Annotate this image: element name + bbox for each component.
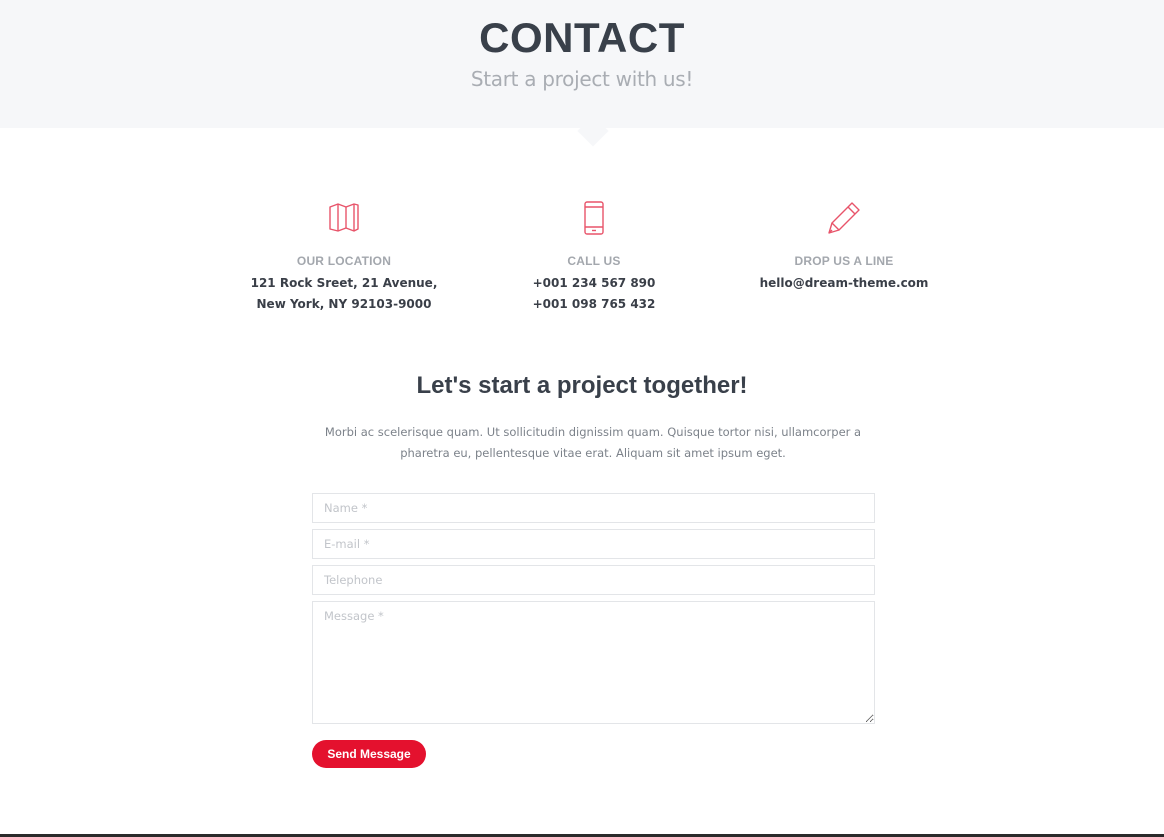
name-input[interactable] [312, 493, 875, 523]
map-icon [329, 203, 359, 232]
form-heading: Let's start a project together! [416, 372, 748, 399]
info-label: CALL US [567, 254, 621, 268]
info-location: OUR LOCATION 121 Rock Sreet, 21 Avenue, … [224, 200, 464, 315]
email-address: hello@dream-theme.com [759, 276, 929, 290]
phone-icon [584, 201, 604, 235]
message-textarea[interactable] [312, 601, 875, 724]
info-label: OUR LOCATION [296, 254, 392, 268]
send-message-button[interactable]: Send Message [312, 740, 426, 768]
pencil-icon [828, 202, 860, 234]
address-line: 121 Rock Sreet, 21 Avenue, [250, 276, 438, 290]
info-email: DROP US A LINE hello@dream-theme.com [724, 200, 964, 294]
phone-number: +001 234 567 890 [532, 276, 656, 290]
address-line: New York, NY 92103-9000 [256, 297, 432, 311]
phone-number: +001 098 765 432 [532, 297, 656, 311]
telephone-input[interactable] [312, 565, 875, 595]
info-phone: CALL US +001 234 567 890 +001 098 765 43… [474, 200, 714, 315]
form-intro-text: Morbi ac scelerisque quam. Ut sollicitud… [324, 425, 862, 460]
page-header: CONTACT Start a project with us! [0, 0, 1164, 128]
info-label: DROP US A LINE [794, 254, 894, 268]
page-title: CONTACT [479, 14, 685, 61]
email-input[interactable] [312, 529, 875, 559]
page-subtitle: Start a project with us! [470, 67, 694, 91]
